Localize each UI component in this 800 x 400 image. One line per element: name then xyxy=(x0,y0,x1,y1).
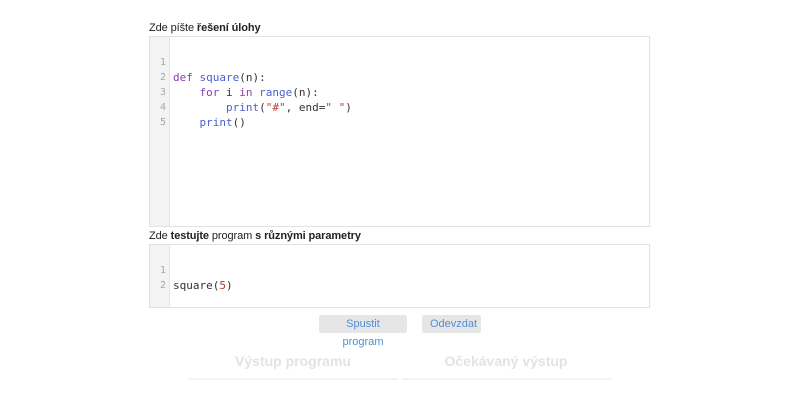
line-number: 5 xyxy=(159,117,166,128)
code-line: 2 xyxy=(150,263,649,291)
expected-output-title: Očekávaný výstup xyxy=(444,353,568,369)
number-literal: 5 xyxy=(219,279,226,292)
test-label: Zde testujte program s různými parametry xyxy=(149,230,361,242)
page: Zde píšte řešení úlohy 1 def square(n): … xyxy=(0,0,800,400)
solution-label-prefix: Zde píšte xyxy=(149,22,197,34)
code-line: 4 print() xyxy=(150,85,649,129)
code-text: () xyxy=(232,116,246,129)
code-line: 1 def square(n): xyxy=(150,40,649,84)
code-line: 3 print("#", end=" ") xyxy=(150,70,649,114)
test-label-mid: program xyxy=(208,230,256,242)
line-number: 2 xyxy=(159,280,166,291)
code-line: 2 for i in range(n): xyxy=(150,55,649,99)
builtin-print: print xyxy=(199,116,233,129)
solution-label: Zde píšte řešení úlohy xyxy=(149,22,261,34)
test-label-prefix: Zde xyxy=(149,230,171,242)
program-output-area xyxy=(188,378,398,380)
run-program-button[interactable]: Spustit program xyxy=(319,315,407,348)
code-text: ) xyxy=(226,279,233,292)
code-line: 5 xyxy=(150,100,649,128)
submit-button[interactable]: Odevzdat xyxy=(422,315,481,333)
solution-label-bold: řešení úlohy xyxy=(196,22,261,34)
test-editor[interactable]: 1 square(5) 2 xyxy=(149,244,650,308)
test-label-bold-2: s různými parametry xyxy=(255,230,361,242)
expected-output-area xyxy=(402,378,612,380)
test-code: 1 square(5) 2 xyxy=(150,248,649,292)
test-label-bold: testujte xyxy=(170,230,209,242)
program-output-title: Výstup programu xyxy=(235,353,351,369)
solution-code: 1 def square(n): 2 for i in range(n): 3 … xyxy=(150,40,649,129)
code-line: 1 square(5) xyxy=(150,248,649,292)
solution-editor[interactable]: 1 def square(n): 2 for i in range(n): 3 … xyxy=(149,36,650,227)
